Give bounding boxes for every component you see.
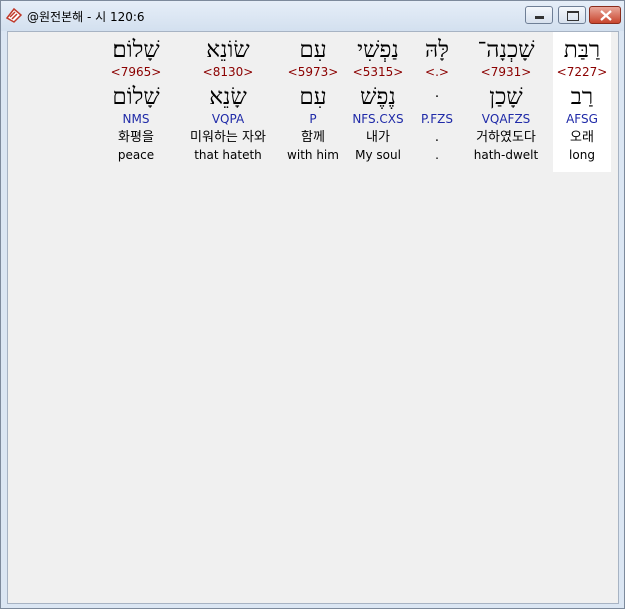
morphology-code: NMS — [122, 112, 150, 126]
strong-number[interactable]: <8130> — [178, 65, 278, 79]
title-bar[interactable]: @원전본해 - 시 120:6 — [1, 1, 624, 31]
hebrew-word: לָּהּ — [425, 37, 449, 63]
maximize-button[interactable] — [558, 6, 586, 24]
hebrew-lemma: עִם — [299, 84, 327, 110]
english-gloss: that hateth — [194, 148, 262, 162]
morphology-code: AFSG — [566, 112, 598, 126]
bible-app-icon[interactable] — [5, 6, 23, 24]
english-gloss: peace — [117, 148, 155, 162]
strong-number[interactable]: <7227> — [553, 65, 611, 79]
morphology-code: VQPA — [211, 112, 245, 126]
word-column[interactable]: עִם <5973> עִם P 함께 with him — [282, 32, 344, 172]
hebrew-lemma: רַב — [570, 84, 594, 110]
korean-gloss: 내가 — [366, 130, 390, 145]
close-icon — [600, 10, 612, 21]
morphology-code: VQAFZS — [481, 112, 531, 126]
hebrew-word: נַפְשִׁי — [357, 37, 399, 63]
morphology-code: P — [309, 112, 317, 126]
english-gloss: My soul — [355, 148, 401, 162]
strong-number[interactable]: <5973> — [282, 65, 344, 79]
hebrew-word: רַבַּת — [563, 37, 601, 63]
korean-gloss: 거하였도다 — [476, 130, 536, 145]
hebrew-lemma: שָׁכַן — [489, 84, 523, 110]
word-column[interactable]: נַפְשִׁי <5315> נֶפֶשׁ NFS.CXS 내가 My sou… — [345, 32, 411, 172]
korean-gloss: . — [434, 130, 440, 145]
hebrew-lemma: נֶפֶשׁ — [360, 84, 396, 110]
strong-number[interactable]: <7931> — [465, 65, 547, 79]
morphology-code: P.FZS — [421, 112, 453, 126]
korean-gloss: 함께 — [301, 130, 325, 145]
strong-number[interactable]: <7965> — [104, 65, 168, 79]
english-gloss: . — [435, 148, 439, 162]
strong-number[interactable]: <5315> — [345, 65, 411, 79]
english-gloss: long — [569, 148, 595, 162]
close-button[interactable] — [589, 6, 621, 24]
word-column[interactable]: לָּהּ <.> ּ P.FZS . . — [411, 32, 463, 172]
hebrew-lemma: ּ — [411, 83, 463, 111]
hebrew-word: שָׁכְנָה־ — [477, 37, 535, 63]
word-column[interactable]: שָׁכְנָה־ <7931> שָׁכַן VQAFZS 거하였도다 hat… — [465, 32, 547, 172]
hebrew-lemma: שָׁלוֹם — [112, 84, 160, 110]
hebrew-word: עִם — [299, 37, 327, 63]
morphology-code: NFS.CXS — [352, 112, 404, 126]
window-title: @원전본해 - 시 120:6 — [27, 10, 145, 24]
strong-number[interactable]: <.> — [411, 65, 463, 79]
app-window: @원전본해 - 시 120:6 רַבַּת <7227> רַב AFSG 오… — [0, 0, 625, 609]
word-column[interactable]: רַבַּת <7227> רַב AFSG 오래 long — [553, 32, 611, 172]
word-column[interactable]: שָׁלוֹם׃ <7965> שָׁלוֹם NMS 화평을 peace — [104, 32, 168, 172]
korean-gloss: 미워하는 자와 — [190, 130, 266, 145]
hebrew-word: שׂוֹנֵא — [206, 37, 250, 63]
english-gloss: hath-dwelt — [473, 148, 539, 162]
minimize-button[interactable] — [525, 6, 553, 24]
english-gloss: with him — [287, 148, 339, 162]
korean-gloss: 화평을 — [118, 130, 154, 145]
hebrew-word: שָׁלוֹם׃ — [112, 37, 160, 63]
word-column[interactable]: שׂוֹנֵא <8130> שָׂנֵא VQPA 미워하는 자와 that … — [178, 32, 278, 172]
hebrew-lemma: שָׂנֵא — [209, 84, 247, 110]
korean-gloss: 오래 — [570, 130, 594, 145]
interlinear-view[interactable]: רַבַּת <7227> רַב AFSG 오래 long שָׁכְנָה־… — [7, 31, 619, 604]
